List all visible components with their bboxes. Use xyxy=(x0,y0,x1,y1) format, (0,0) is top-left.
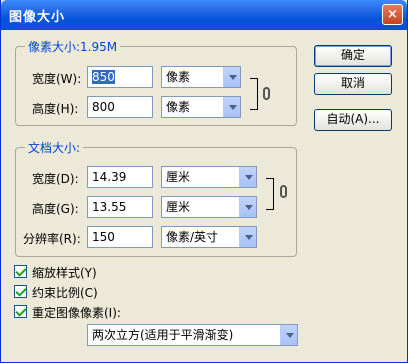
pixel-width-value: 850 xyxy=(92,70,115,84)
chevron-down-icon[interactable] xyxy=(223,67,240,87)
resample-method-select[interactable]: 两次立方(适用于平滑渐变) xyxy=(87,324,298,346)
resample-checkbox[interactable] xyxy=(14,305,27,318)
pixel-width-unit-select[interactable]: 像素 xyxy=(161,66,241,88)
close-button[interactable]: × xyxy=(382,4,403,25)
resolution-label: 分辨率(R): xyxy=(23,232,81,246)
chain-link-icon xyxy=(263,87,270,100)
doc-height-unit-select[interactable]: 厘米 xyxy=(161,196,257,218)
pixel-width-unit: 像素 xyxy=(166,70,191,84)
pixel-dimensions-title: 像素大小:1.95M xyxy=(25,38,121,55)
chevron-down-icon[interactable] xyxy=(223,97,240,117)
doc-link-bracket xyxy=(266,178,274,210)
resolution-unit: 像素/英寸 xyxy=(166,230,219,244)
resample-label[interactable]: 重定图像像素(I): xyxy=(32,304,121,321)
doc-width-unit-select[interactable]: 厘米 xyxy=(161,166,257,188)
doc-width-input[interactable]: 14.39 xyxy=(87,166,153,188)
resolution-input[interactable]: 150 xyxy=(87,226,153,248)
ok-button[interactable]: 确定 xyxy=(314,45,392,67)
pixel-height-unit-select[interactable]: 像素 xyxy=(161,96,241,118)
constrain-proportions-checkbox[interactable] xyxy=(14,285,27,298)
constrain-proportions-label[interactable]: 约束比例(C) xyxy=(32,284,98,301)
doc-width-value: 14.39 xyxy=(92,170,127,184)
resolution-value: 150 xyxy=(92,230,115,244)
auto-button[interactable]: 自动(A)... xyxy=(314,109,392,131)
scale-styles-checkbox[interactable] xyxy=(14,265,27,278)
doc-height-label: 高度(G): xyxy=(32,202,79,216)
pixel-link-bracket xyxy=(250,78,258,110)
resolution-unit-select[interactable]: 像素/英寸 xyxy=(161,226,257,248)
doc-height-value: 13.55 xyxy=(92,200,127,214)
scale-styles-label[interactable]: 缩放样式(Y) xyxy=(32,264,97,281)
title-bar[interactable]: 图像大小 × xyxy=(1,0,407,30)
doc-width-unit: 厘米 xyxy=(166,170,191,184)
chevron-down-icon[interactable] xyxy=(239,167,256,187)
pixel-height-value: 800 xyxy=(92,100,115,114)
resample-method-value: 两次立方(适用于平滑渐变) xyxy=(92,328,234,342)
doc-width-label: 宽度(D): xyxy=(32,172,79,186)
pixel-width-input[interactable]: 850 xyxy=(87,66,153,88)
pixel-width-label: 宽度(W): xyxy=(32,72,82,86)
doc-height-input[interactable]: 13.55 xyxy=(87,196,153,218)
image-size-dialog: 图像大小 × 像素大小:1.95M 宽度(W): 850 像素 高度(H): 8… xyxy=(0,0,408,363)
pixel-height-label: 高度(H): xyxy=(32,102,79,116)
pixel-height-input[interactable]: 800 xyxy=(87,96,153,118)
chevron-down-icon[interactable] xyxy=(239,197,256,217)
document-size-title: 文档大小: xyxy=(25,139,84,156)
pixel-height-unit: 像素 xyxy=(166,100,191,114)
chevron-down-icon[interactable] xyxy=(239,227,256,247)
chevron-down-icon[interactable] xyxy=(280,325,297,345)
cancel-button[interactable]: 取消 xyxy=(314,73,392,95)
doc-height-unit: 厘米 xyxy=(166,200,191,214)
dialog-title: 图像大小 xyxy=(9,10,66,25)
chain-link-icon xyxy=(280,185,287,198)
